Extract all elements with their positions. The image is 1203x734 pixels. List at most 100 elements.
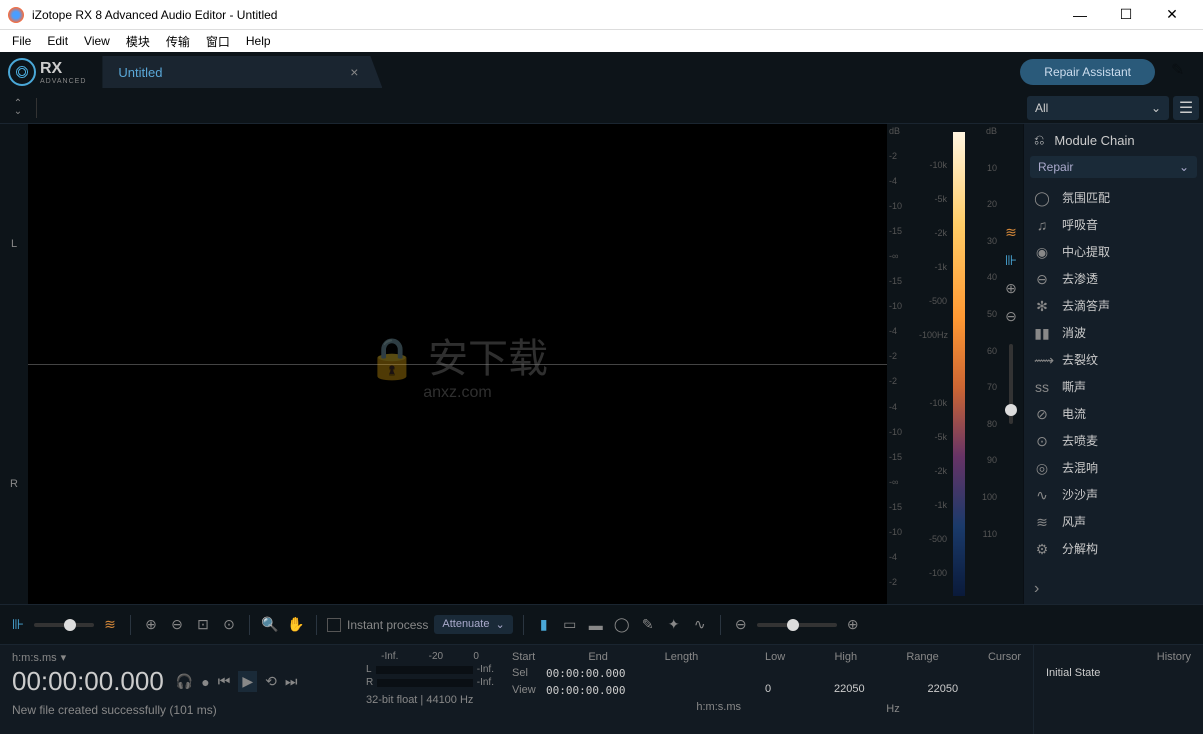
logo-text: RX	[40, 60, 86, 78]
document-tab[interactable]: Untitled ×	[102, 56, 382, 88]
waveform-view[interactable]: 🔒 安下载 anxz.com	[28, 124, 887, 604]
brush-icon[interactable]: ✎	[638, 616, 658, 633]
menu-help[interactable]: Help	[238, 34, 279, 48]
zoom-out-h-icon[interactable]: ⊖	[731, 616, 751, 633]
module-item[interactable]: ⊖去渗透	[1024, 265, 1203, 292]
module-icon: ✻	[1034, 298, 1050, 314]
window-buttons: — ☐ ✕	[1057, 0, 1195, 30]
db-tick: -4	[889, 176, 915, 201]
repair-assistant-button[interactable]: Repair Assistant	[1020, 59, 1155, 85]
menu-transport[interactable]: 传输	[158, 33, 198, 50]
filter-menu-button[interactable]: ☰	[1173, 96, 1199, 120]
range-value[interactable]: 22050	[928, 683, 959, 695]
module-chain-button[interactable]: ⎌ Module Chain	[1024, 124, 1203, 156]
category-select[interactable]: Repair ⌄	[1030, 156, 1197, 178]
spectrogram-tool-icon[interactable]: ≋	[100, 616, 120, 633]
forward-icon[interactable]: ⏭	[285, 673, 298, 690]
status-text: New file created successfully (101 ms)	[12, 703, 348, 717]
db-tick: -15	[889, 226, 915, 251]
time-unit-label[interactable]: h:m:s.ms	[12, 652, 57, 664]
zoom-in-icon[interactable]: ⊕	[141, 616, 161, 633]
menu-window[interactable]: 窗口	[198, 33, 238, 50]
spectrum-tick: 50	[971, 309, 997, 346]
module-filter-select[interactable]: All ⌄	[1027, 96, 1169, 120]
history-item[interactable]: Initial State	[1046, 667, 1191, 679]
waveform-tool-icon[interactable]: ⊪	[8, 616, 28, 633]
main-content: L R 🔒 安下载 anxz.com dB-2-4-10-15-∞-15-10-…	[0, 124, 1203, 604]
module-item[interactable]: ⊙去喷麦	[1024, 427, 1203, 454]
zoom-out-icon[interactable]: ⊖	[167, 616, 187, 633]
timeline-ruler[interactable]	[36, 98, 1023, 118]
zoom-in-h-icon[interactable]: ⊕	[843, 616, 863, 633]
module-label: 去喷麦	[1062, 432, 1098, 449]
high-value[interactable]: 22050	[834, 683, 865, 695]
channel-right[interactable]: R	[0, 364, 28, 604]
meter-r-bar	[377, 679, 473, 687]
module-label: 中心提取	[1062, 243, 1110, 260]
low-value[interactable]: 0	[765, 683, 771, 695]
settings-icon[interactable]: ✎	[1171, 60, 1195, 84]
time-selection-icon[interactable]: ▮	[534, 616, 554, 633]
rewind-icon[interactable]: ⏮	[218, 673, 231, 690]
channel-left[interactable]: L	[0, 124, 28, 364]
attenuate-select[interactable]: Attenuate ⌄	[434, 615, 512, 634]
close-button[interactable]: ✕	[1149, 0, 1195, 30]
db-tick: -4	[889, 326, 915, 351]
module-item[interactable]: ⟿去裂纹	[1024, 346, 1203, 373]
chain-icon: ⎌	[1034, 132, 1044, 148]
menu-modules[interactable]: 模块	[118, 33, 158, 50]
view-value[interactable]: 00:00:00.000	[546, 684, 625, 697]
hand-tool-icon[interactable]: ✋	[286, 616, 306, 633]
instant-process-checkbox[interactable]: Instant process	[327, 618, 428, 632]
lasso-icon[interactable]: ◯	[612, 616, 632, 633]
module-item[interactable]: ⚙分解构	[1024, 535, 1203, 562]
menu-view[interactable]: View	[76, 34, 118, 48]
hdr-high: High	[834, 651, 857, 663]
headphones-icon[interactable]: 🎧	[176, 673, 193, 690]
search-icon[interactable]: 🔍	[260, 616, 280, 633]
module-item[interactable]: ◉中心提取	[1024, 238, 1203, 265]
freq-selection-icon[interactable]: ▬	[586, 617, 606, 633]
waveform-mode-icon[interactable]: ≋	[1002, 224, 1020, 242]
module-item[interactable]: ≋风声	[1024, 508, 1203, 535]
window-title: iZotope RX 8 Advanced Audio Editor - Unt…	[32, 8, 1057, 22]
module-item[interactable]: ◯氛围匹配	[1024, 184, 1203, 211]
module-item[interactable]: ◎去混响	[1024, 454, 1203, 481]
db-tick: -2	[889, 577, 915, 602]
play-icon[interactable]: ▶	[238, 671, 257, 692]
zoom-slider[interactable]	[757, 623, 837, 627]
spectrogram-mode-icon[interactable]: ⊪	[1002, 252, 1020, 270]
menu-file[interactable]: File	[4, 34, 39, 48]
brightness-slider[interactable]	[1009, 344, 1013, 424]
module-item[interactable]: ∿沙沙声	[1024, 481, 1203, 508]
logo-icon	[8, 58, 36, 86]
module-item[interactable]: ♫呼吸音	[1024, 211, 1203, 238]
zoom-out-icon[interactable]: ⊖	[1002, 308, 1020, 326]
loop-icon[interactable]: ⟲	[265, 673, 277, 690]
curve-icon[interactable]: ∿	[690, 616, 710, 633]
minimize-button[interactable]: —	[1057, 0, 1103, 30]
record-icon[interactable]: ●	[201, 674, 209, 690]
zoom-in-icon[interactable]: ⊕	[1002, 280, 1020, 298]
sel-value[interactable]: 00:00:00.000	[546, 667, 625, 680]
rect-selection-icon[interactable]: ▭	[560, 616, 580, 633]
tab-close-icon[interactable]: ×	[350, 64, 366, 80]
meter-r-label: R	[366, 677, 373, 688]
module-item[interactable]: ✻去滴答声	[1024, 292, 1203, 319]
waveform-opacity-slider[interactable]	[34, 623, 94, 627]
expand-button[interactable]: ›	[1024, 574, 1203, 604]
range-unit: Hz	[765, 703, 1021, 715]
db-tick: -∞	[889, 477, 915, 502]
module-item[interactable]: ▮▮消波	[1024, 319, 1203, 346]
module-item[interactable]: ss嘶声	[1024, 373, 1203, 400]
freq-tick: -1k	[919, 500, 947, 534]
zoom-selection-icon[interactable]: ⊡	[193, 616, 213, 633]
wand-icon[interactable]: ✦	[664, 616, 684, 633]
menu-edit[interactable]: Edit	[39, 34, 76, 48]
collapse-toggle[interactable]: ⌃⌄	[4, 94, 32, 122]
freq-tick: -2k	[919, 228, 947, 262]
module-item[interactable]: ⊘电流	[1024, 400, 1203, 427]
status-bar: h:m:s.ms ▾ 00:00:00.000 🎧 ● ⏮ ▶ ⟲ ⏭ New …	[0, 644, 1203, 734]
maximize-button[interactable]: ☐	[1103, 0, 1149, 30]
zoom-reset-icon[interactable]: ⊙	[219, 616, 239, 633]
